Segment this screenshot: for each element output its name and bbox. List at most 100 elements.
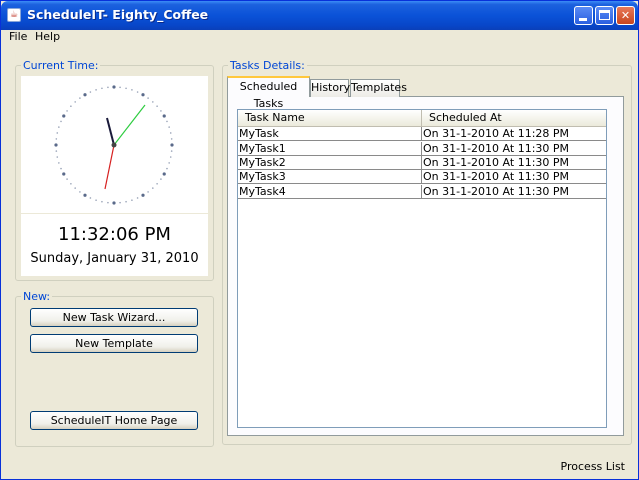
clock-minute-mark: [170, 138, 173, 140]
clock-minute-mark: [131, 89, 133, 91]
column-header-scheduled-at[interactable]: Scheduled At: [422, 110, 606, 127]
clock-minute-mark: [170, 150, 173, 152]
clock-minute-mark: [160, 178, 162, 180]
clock-hour-mark: [141, 93, 145, 97]
clock-minute-mark: [101, 200, 103, 203]
clock-minute-mark: [79, 97, 81, 99]
tasks-details-label: Tasks Details:: [228, 59, 307, 72]
minimize-icon: [579, 18, 587, 21]
clock-minute-mark: [66, 178, 68, 180]
tab-history[interactable]: History: [310, 79, 350, 97]
clock-minute-mark: [125, 87, 127, 90]
table-row[interactable]: MyTask On 31-1-2010 At 11:28 PM: [238, 127, 606, 141]
clock-hour-mark: [54, 143, 58, 147]
clock-minute-mark: [152, 101, 154, 103]
table-row[interactable]: MyTask1 On 31-1-2010 At 11:30 PM: [238, 142, 606, 156]
clock-hour-mark: [170, 143, 174, 147]
clock-minute-mark: [58, 162, 60, 164]
clock-minute-mark: [166, 167, 168, 170]
clock-minute-mark: [55, 138, 58, 140]
clock-hour-mark: [112, 85, 116, 89]
new-group-label: New:: [21, 290, 53, 303]
scheduled-at-cell: On 31-1-2010 At 11:30 PM: [423, 185, 570, 198]
tab-templates[interactable]: Templates: [350, 79, 407, 97]
java-app-icon[interactable]: ☕: [7, 8, 21, 22]
menu-bar: File Help: [2, 30, 638, 44]
close-button[interactable]: ✕: [616, 6, 635, 25]
current-time-label: Current Time:: [21, 59, 101, 72]
clock-minute-mark: [95, 89, 97, 91]
clock-minute-mark: [160, 110, 162, 112]
clock-minute-mark: [79, 191, 81, 193]
clock-minute-mark: [70, 183, 72, 185]
new-template-button[interactable]: New Template: [30, 334, 198, 353]
clock-minute-mark: [136, 91, 139, 93]
clock-minute-mark: [70, 105, 72, 107]
clock-minute-mark: [89, 91, 92, 93]
maximize-button[interactable]: [595, 6, 614, 25]
home-page-button[interactable]: ScheduleIT Home Page: [30, 411, 198, 430]
clock-hour-mark: [141, 193, 145, 197]
clock-minute-mark: [58, 126, 60, 128]
clock-minute-mark: [74, 101, 76, 103]
task-name-cell: MyTask4: [238, 185, 422, 199]
scheduled-at-cell: On 31-1-2010 At 11:30 PM: [423, 170, 570, 183]
close-icon: ✕: [620, 9, 631, 22]
second-hand: [104, 144, 115, 190]
clock-minute-mark: [156, 105, 158, 107]
clock-minute-mark: [95, 199, 97, 201]
clock-minute-mark: [168, 126, 170, 128]
clock-minute-mark: [60, 120, 62, 123]
menu-help[interactable]: Help: [35, 30, 60, 43]
clock-minute-mark: [56, 156, 59, 158]
table-header: Task Name Scheduled At: [238, 110, 606, 127]
tab-scheduled-tasks[interactable]: Scheduled Tasks: [227, 76, 310, 110]
clock-minute-mark: [56, 132, 59, 134]
title-bar[interactable]: ☕ ScheduleIT- Eighty_Coffee ✕: [1, 1, 638, 30]
clock-minute-mark: [136, 197, 139, 199]
task-name-cell: MyTask1: [238, 142, 422, 156]
current-time: 11:32:06 PM: [58, 224, 171, 245]
new-task-wizard-button[interactable]: New Task Wizard...: [30, 308, 198, 327]
clock-minute-mark: [147, 97, 149, 99]
task-name-cell: MyTask3: [238, 170, 422, 184]
clock-hour-mark: [162, 114, 166, 118]
clock-center: [111, 142, 117, 148]
clock-minute-mark: [60, 167, 62, 170]
clock-minute-mark: [55, 150, 58, 152]
clock-hour-mark: [162, 172, 166, 176]
clock-minute-mark: [152, 187, 154, 189]
table-row[interactable]: MyTask3 On 31-1-2010 At 11:30 PM: [238, 170, 606, 184]
clock-minute-mark: [101, 87, 103, 90]
clock-minute-mark: [147, 191, 149, 193]
clock-minute-mark: [169, 132, 172, 134]
scheduled-at-cell: On 31-1-2010 At 11:28 PM: [423, 127, 570, 140]
clock-hour-mark: [62, 114, 66, 118]
clock-minute-mark: [119, 86, 121, 89]
analog-clock: [54, 85, 174, 205]
process-list-link[interactable]: Process List: [561, 460, 625, 473]
task-name-cell: MyTask2: [238, 156, 422, 170]
clock-minute-mark: [66, 110, 68, 112]
table-row[interactable]: MyTask4 On 31-1-2010 At 11:30 PM: [238, 185, 606, 199]
clock-minute-mark: [131, 199, 133, 201]
task-name-cell: MyTask: [238, 127, 422, 141]
clock-minute-mark: [169, 156, 172, 158]
clock-hour-mark: [83, 193, 87, 197]
clock-minute-mark: [168, 162, 170, 164]
clock-minute-mark: [119, 201, 121, 204]
current-date: Sunday, January 31, 2010: [30, 251, 199, 266]
analog-clock-panel: [21, 76, 208, 213]
scheduled-at-cell: On 31-1-2010 At 11:30 PM: [423, 156, 570, 169]
scheduled-at-cell: On 31-1-2010 At 11:30 PM: [423, 142, 570, 155]
clock-hour-mark: [112, 201, 116, 205]
minute-hand: [113, 104, 146, 146]
minimize-button[interactable]: [574, 6, 593, 25]
clock-minute-mark: [89, 197, 92, 199]
clock-minute-mark: [107, 201, 109, 204]
menu-file[interactable]: File: [9, 30, 27, 43]
maximize-icon: [599, 10, 610, 20]
column-header-task-name[interactable]: Task Name: [238, 110, 422, 127]
table-row[interactable]: MyTask2 On 31-1-2010 At 11:30 PM: [238, 156, 606, 170]
window-title: ScheduleIT- Eighty_Coffee: [27, 7, 209, 22]
